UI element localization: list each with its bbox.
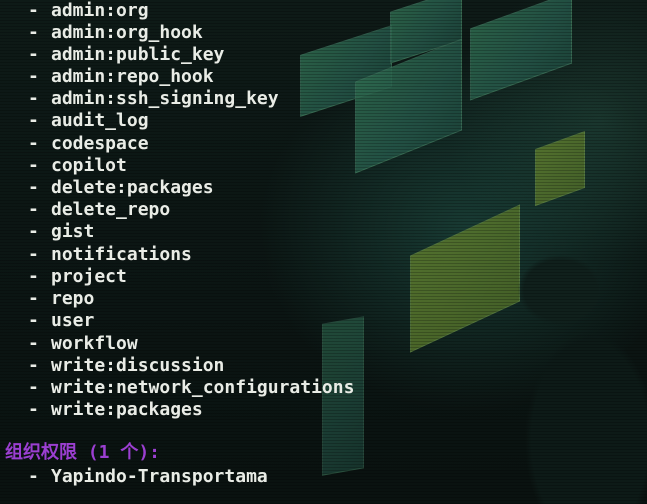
- bullet: -: [28, 355, 39, 376]
- scope-line: - admin:public_key: [28, 44, 224, 66]
- scope-name: admin:repo_hook: [51, 66, 214, 87]
- scope-line: - workflow: [28, 333, 138, 355]
- bullet: -: [28, 0, 39, 21]
- scope-line: - gist: [28, 221, 94, 243]
- scope-name: repo: [51, 288, 95, 309]
- scope-line: - delete:packages: [28, 177, 214, 199]
- bullet: -: [28, 221, 39, 242]
- bullet: -: [28, 377, 39, 398]
- bullet: -: [28, 155, 39, 176]
- bullet: -: [28, 44, 39, 65]
- scope-line: - repo: [28, 288, 94, 310]
- scope-name: admin:org_hook: [51, 22, 203, 43]
- scope-name: audit_log: [51, 110, 149, 131]
- scope-name: delete_repo: [51, 199, 171, 220]
- bullet: -: [28, 177, 39, 198]
- org-permissions-heading: 组织权限 (1 个):: [5, 442, 161, 463]
- bullet: -: [28, 88, 39, 109]
- bullet: -: [28, 199, 39, 220]
- bullet: -: [28, 333, 39, 354]
- scope-line: - user: [28, 310, 94, 332]
- bullet: -: [28, 66, 39, 87]
- org-name: Yapindo-Transportama: [51, 466, 268, 487]
- scope-name: write:network_configurations: [51, 377, 355, 398]
- scope-name: copilot: [51, 155, 127, 176]
- scope-name: project: [51, 266, 127, 287]
- scope-name: write:discussion: [51, 355, 225, 376]
- scope-line: - admin:repo_hook: [28, 66, 214, 88]
- scope-name: codespace: [51, 133, 149, 154]
- bullet: -: [28, 288, 39, 309]
- scope-name: admin:public_key: [51, 44, 225, 65]
- scope-line: - write:network_configurations: [28, 377, 354, 399]
- scope-line: - audit_log: [28, 110, 149, 132]
- bullet: -: [28, 244, 39, 265]
- scope-name: admin:org: [51, 0, 149, 21]
- terminal-output: - admin:org - admin:org_hook - admin:public…: [0, 0, 647, 504]
- scope-name: user: [51, 310, 95, 331]
- bullet: -: [28, 22, 39, 43]
- scope-line: - write:discussion: [28, 355, 224, 377]
- scope-line: - admin:ssh_signing_key: [28, 88, 279, 110]
- scope-name: gist: [51, 221, 95, 242]
- scope-line: - delete_repo: [28, 199, 170, 221]
- bullet: -: [28, 266, 39, 287]
- scope-name: admin:ssh_signing_key: [51, 88, 279, 109]
- bullet: -: [28, 310, 39, 331]
- scope-line: - codespace: [28, 133, 149, 155]
- scope-name: delete:packages: [51, 177, 214, 198]
- scope-name: notifications: [51, 244, 192, 265]
- scope-line: - project: [28, 266, 127, 288]
- scope-line: - copilot: [28, 155, 127, 177]
- bullet: -: [28, 110, 39, 131]
- scope-line: - write:packages: [28, 399, 203, 421]
- bullet: -: [28, 466, 39, 487]
- scope-line: - admin:org_hook: [28, 22, 203, 44]
- bullet: -: [28, 133, 39, 154]
- org-line: - Yapindo-Transportama: [28, 466, 268, 488]
- bullet: -: [28, 399, 39, 420]
- scope-name: workflow: [51, 333, 138, 354]
- scope-line: - notifications: [28, 244, 192, 266]
- scope-name: write:packages: [51, 399, 203, 420]
- scope-line: - admin:org: [28, 0, 149, 22]
